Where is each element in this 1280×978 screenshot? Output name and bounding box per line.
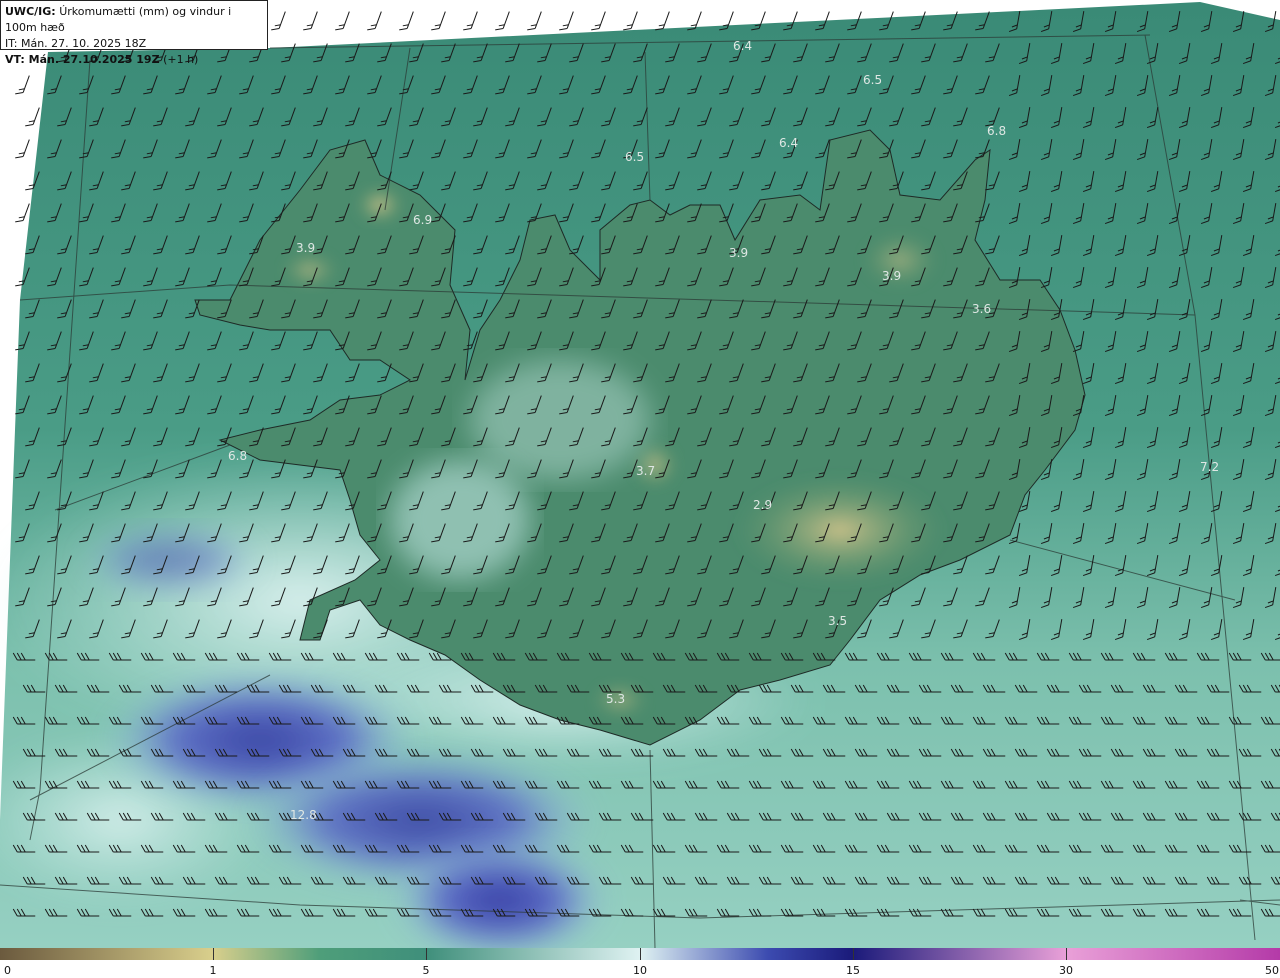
- map-label: 6.5: [863, 73, 882, 87]
- product-code: UWC/IG:: [5, 5, 56, 18]
- map-label: 6.8: [228, 449, 247, 463]
- map-label: 3.6: [972, 302, 991, 316]
- lead-time: (+1 h): [163, 53, 199, 66]
- map-label: 3.9: [296, 241, 315, 255]
- valid-time: VT: Mán. 27.10.2025 19Z: [5, 53, 160, 66]
- colorbar-tick: 1: [209, 964, 217, 977]
- title-line: UWC/IG: Úrkomumætti (mm) og vindur i 100…: [5, 4, 263, 36]
- map-label: 6.5: [625, 150, 644, 164]
- initial-time: IT: Mán. 27. 10. 2025 18Z: [5, 37, 147, 50]
- forecast-map-view: 6.4 6.5 6.4 6.5 6.8 6.9 3.9 3.9 3.9 3.6 …: [0, 0, 1280, 978]
- precipitation-wind-map: 6.4 6.5 6.4 6.5 6.8 6.9 3.9 3.9 3.9 3.6 …: [0, 0, 1280, 948]
- colorbar-tick: 5: [422, 964, 430, 977]
- colorbar-tick: 30: [1059, 964, 1073, 977]
- map-label: 3.7: [636, 464, 655, 478]
- map-label: 6.9: [413, 213, 432, 227]
- colorbar-tick: 50: [1265, 964, 1279, 977]
- map-label: 12.8: [290, 808, 317, 822]
- map-label: 6.4: [779, 136, 798, 150]
- colorbar-tick: 15: [846, 964, 860, 977]
- map-label: 2.9: [753, 498, 772, 512]
- map-title-box: UWC/IG: Úrkomumætti (mm) og vindur i 100…: [0, 0, 268, 66]
- map-label: 6.8: [987, 124, 1006, 138]
- map-label: 5.3: [606, 692, 625, 706]
- colorbar-tick: 10: [633, 964, 647, 977]
- colorbar-tick: 0: [4, 964, 11, 977]
- map-label: 7.2: [1200, 460, 1219, 474]
- map-label: 3.9: [882, 269, 901, 283]
- map-label: 6.4: [733, 39, 752, 53]
- valid-time-line: VT: Mán. 27.10.2025 19Z (+1 h): [5, 52, 263, 68]
- map-label: 3.5: [828, 614, 847, 628]
- colorbar-legend: 0 1 5 10 15 30 50: [0, 948, 1280, 978]
- map-label: 3.9: [729, 246, 748, 260]
